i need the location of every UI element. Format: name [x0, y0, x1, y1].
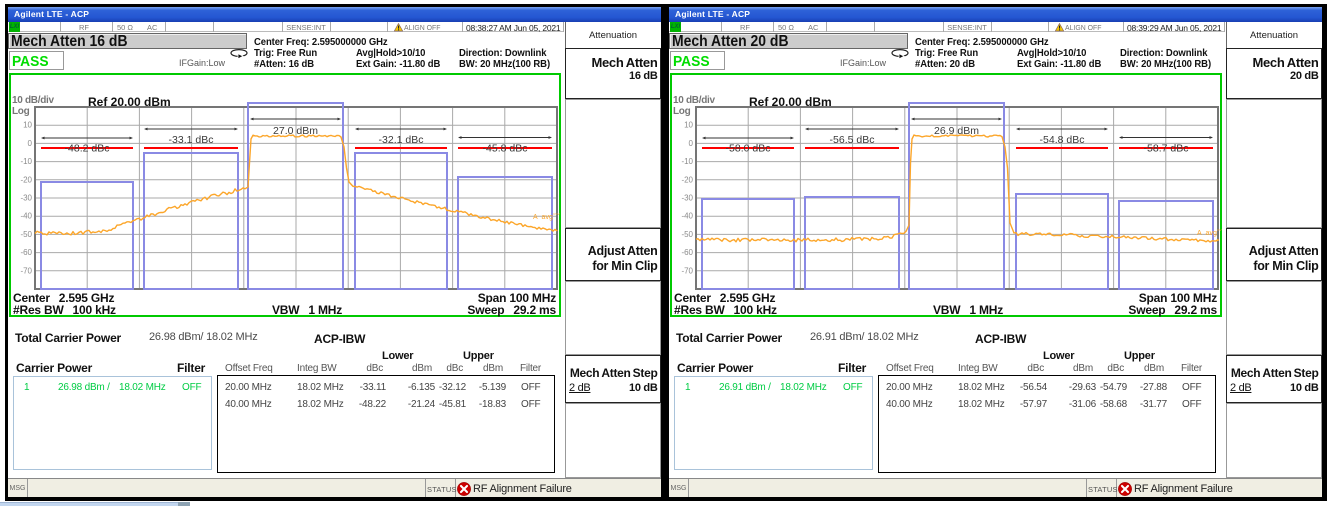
svg-text:-60: -60 [681, 248, 693, 257]
svg-text:-30: -30 [20, 194, 32, 203]
svg-text:-48.2 dBc: -48.2 dBc [65, 143, 110, 155]
svg-text:-10: -10 [20, 157, 32, 166]
svg-text:-50: -50 [20, 230, 32, 239]
svg-text:10: 10 [23, 121, 32, 130]
svg-text:-30: -30 [681, 194, 693, 203]
svg-text:10: 10 [684, 121, 693, 130]
svg-text:0: 0 [28, 139, 33, 148]
svg-text:-70: -70 [681, 266, 693, 275]
svg-text:A avgˇˇˇ: A avgˇˇˇ [1197, 230, 1222, 237]
svg-text:-60: -60 [20, 248, 32, 257]
svg-text:-45.8 dBc: -45.8 dBc [483, 143, 528, 155]
svg-text:-40: -40 [681, 212, 693, 221]
svg-text:-58.0 dBc: -58.0 dBc [726, 143, 771, 155]
svg-text:-58.7 dBc: -58.7 dBc [1144, 143, 1189, 155]
svg-text:-32.1 dBc: -32.1 dBc [379, 134, 424, 146]
svg-text:-54.8 dBc: -54.8 dBc [1040, 134, 1085, 146]
svg-text:A avgˇˇˇ: A avgˇˇˇ [533, 214, 561, 221]
svg-text:-40: -40 [20, 212, 32, 221]
svg-text:-56.5 dBc: -56.5 dBc [830, 134, 875, 146]
svg-text:-10: -10 [681, 157, 693, 166]
svg-text:0: 0 [689, 139, 694, 148]
svg-text:-20: -20 [681, 175, 693, 184]
svg-text:-33.1 dBc: -33.1 dBc [169, 134, 214, 146]
svg-text:-50: -50 [681, 230, 693, 239]
svg-text:-70: -70 [20, 266, 32, 275]
svg-text:-20: -20 [20, 175, 32, 184]
